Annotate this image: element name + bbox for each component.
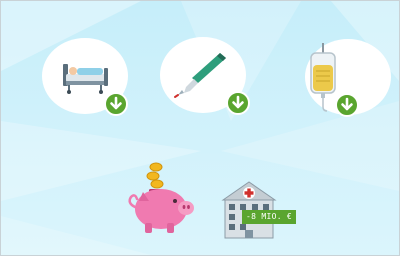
- arrow-down-icon: [110, 96, 122, 110]
- cost-badge: -8 MIO. €: [242, 210, 297, 224]
- arrow-down-icon: [341, 97, 353, 111]
- download-button[interactable]: [104, 92, 128, 116]
- hospital-building-icon: [221, 181, 277, 239]
- download-button[interactable]: [335, 93, 359, 117]
- arrow-down-icon: [232, 95, 244, 109]
- game-scene: -8 MIO. €: [0, 0, 400, 256]
- cost-item-iv-drip: [305, 39, 391, 117]
- piggy-bank-icon: [128, 162, 194, 233]
- coins-icon: [146, 162, 164, 189]
- download-button[interactable]: [226, 91, 250, 115]
- cost-item-scalpel: [160, 37, 250, 115]
- cost-item-bed: [42, 38, 128, 116]
